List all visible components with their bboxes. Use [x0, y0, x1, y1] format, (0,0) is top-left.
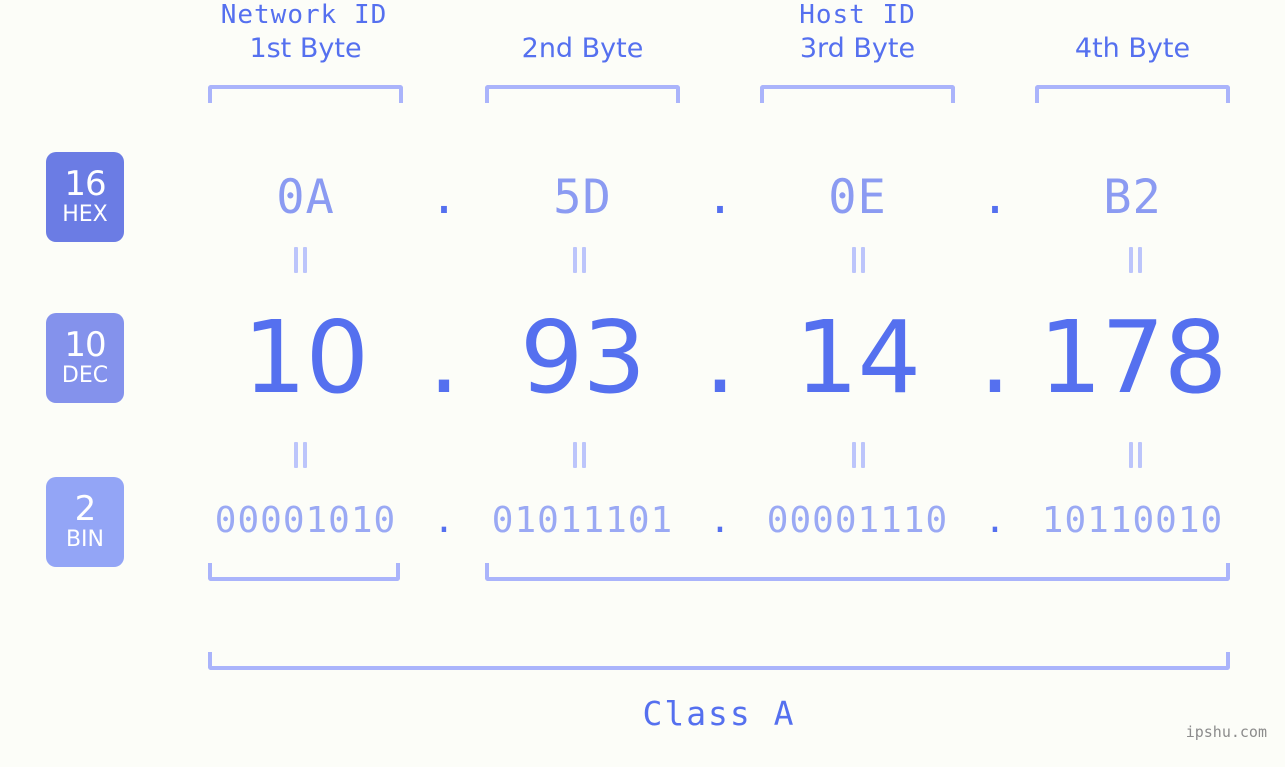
network-id-bracket [208, 563, 400, 581]
dec-byte-4: 178 [1038, 298, 1228, 416]
equals-mark-hex-dec-1 [291, 247, 309, 273]
base-badge-dec-unit: DEC [61, 363, 109, 388]
equals-mark-dec-bin-2 [570, 442, 588, 468]
byte-bracket-3 [760, 85, 955, 103]
base-badge-bin-number: 2 [74, 489, 97, 529]
bin-byte-1: 00001010 [214, 499, 397, 541]
bin-separator-2: . [709, 499, 731, 541]
site-watermark: ipshu.com [1185, 723, 1267, 741]
dec-byte-3: 14 [794, 298, 921, 416]
base-badge-hex: 16 HEX [46, 152, 124, 242]
dec-value-row: 10 . 93 . 14 . 178 [160, 300, 1285, 415]
byte-bracket-2 [485, 85, 680, 103]
equals-mark-hex-dec-3 [849, 247, 867, 273]
hex-byte-2: 5D [553, 169, 612, 225]
hex-separator-3: . [980, 169, 1010, 225]
base-badge-hex-unit: HEX [62, 202, 108, 227]
byte-bracket-1 [208, 85, 403, 103]
dec-separator-1: . [428, 298, 460, 416]
hex-separator-2: . [705, 169, 735, 225]
base-badge-bin: 2 BIN [46, 477, 124, 567]
class-bracket [208, 652, 1230, 670]
bin-value-row: 00001010 . 01011101 . 00001110 . 1011001… [160, 490, 1285, 550]
network-id-label: Network ID [220, 0, 388, 30]
dec-separator-2: . [704, 298, 736, 416]
base-badge-dec-number: 10 [64, 325, 106, 365]
host-id-bracket [485, 563, 1230, 581]
byte-header-1: 1st Byte [249, 33, 362, 64]
dec-separator-3: . [979, 298, 1011, 416]
hex-byte-4: B2 [1103, 169, 1162, 225]
equals-mark-dec-bin-4 [1126, 442, 1144, 468]
byte-header-3: 3rd Byte [799, 33, 916, 64]
equals-mark-dec-bin-3 [849, 442, 867, 468]
base-badge-hex-number: 16 [64, 164, 106, 204]
bin-separator-1: . [433, 499, 455, 541]
hex-separator-1: . [429, 169, 459, 225]
byte-bracket-4 [1035, 85, 1230, 103]
hex-value-row: 0A . 5D . 0E . B2 [160, 152, 1285, 242]
equals-mark-hex-dec-4 [1126, 247, 1144, 273]
bin-byte-3: 00001110 [766, 499, 949, 541]
equals-mark-dec-bin-1 [291, 442, 309, 468]
class-label: Class A [642, 694, 796, 733]
hex-byte-3: 0E [828, 169, 887, 225]
base-badge-dec: 10 DEC [46, 313, 124, 403]
dec-byte-1: 10 [242, 298, 369, 416]
ip-address-breakdown-diagram: 1st Byte 2nd Byte 3rd Byte 4th Byte 16 H… [0, 0, 1285, 767]
base-badge-bin-unit: BIN [65, 527, 105, 552]
hex-byte-1: 0A [276, 169, 335, 225]
bin-separator-3: . [984, 499, 1006, 541]
equals-mark-hex-dec-2 [570, 247, 588, 273]
bin-byte-2: 01011101 [491, 499, 674, 541]
byte-header-4: 4th Byte [1074, 33, 1191, 64]
dec-byte-2: 93 [519, 298, 646, 416]
byte-header-2: 2nd Byte [521, 33, 644, 64]
host-id-label: Host ID [799, 0, 916, 30]
bin-byte-4: 10110010 [1041, 499, 1224, 541]
